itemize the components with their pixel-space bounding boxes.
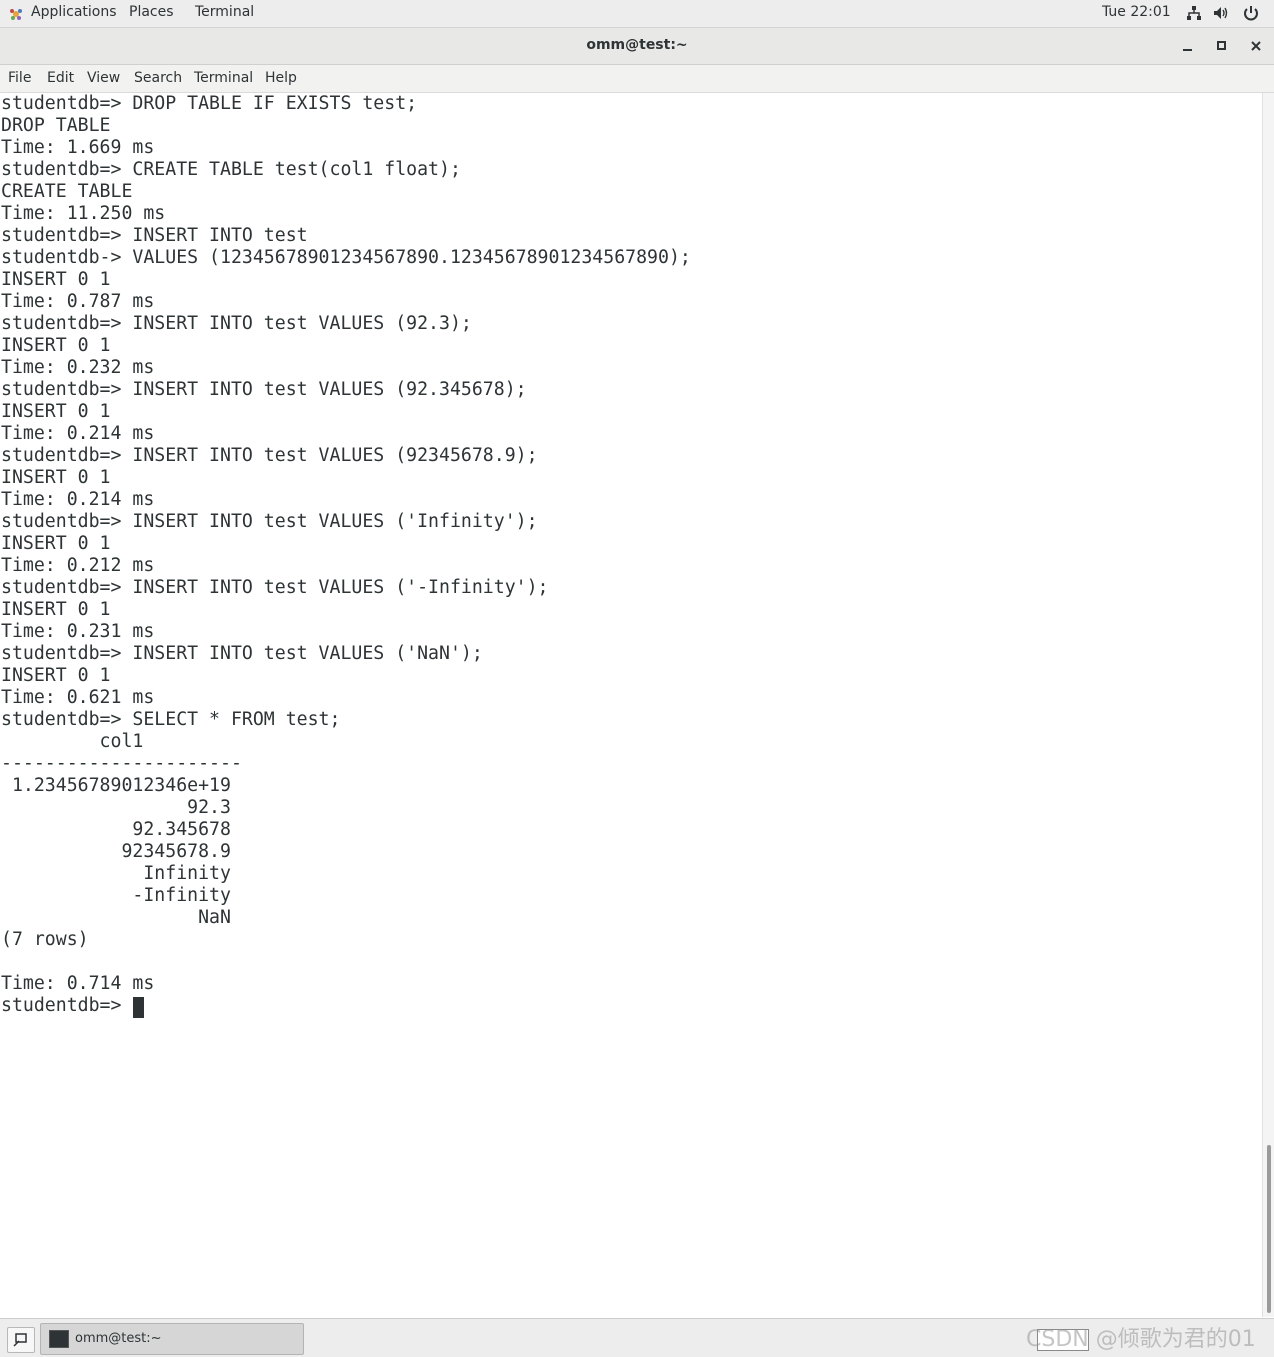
terminal-line: Time: 0.232 ms bbox=[1, 357, 155, 378]
terminal-line: studentdb=> CREATE TABLE test(col1 float… bbox=[1, 159, 461, 180]
terminal-line: studentdb=> INSERT INTO test VALUES ('Na… bbox=[1, 643, 483, 664]
menu-help[interactable]: Help bbox=[265, 70, 297, 86]
terminal-line: studentdb=> INSERT INTO test VALUES (92.… bbox=[1, 379, 527, 400]
terminal-menubar: File Edit View Search Terminal Help bbox=[0, 65, 1274, 93]
applications-menu[interactable]: Applications bbox=[31, 4, 117, 20]
terminal-line: studentdb=> INSERT INTO test VALUES (923… bbox=[1, 445, 538, 466]
menu-file[interactable]: File bbox=[8, 70, 31, 86]
terminal-line: Time: 0.714 ms bbox=[1, 973, 155, 994]
scrollbar-thumb[interactable] bbox=[1267, 1145, 1271, 1313]
terminal-line: Time: 11.250 ms bbox=[1, 203, 166, 224]
terminal-line: 92345678.9 bbox=[1, 841, 231, 862]
show-desktop-icon bbox=[13, 1333, 27, 1347]
power-icon[interactable] bbox=[1242, 4, 1260, 22]
menu-view[interactable]: View bbox=[87, 70, 120, 86]
terminal-scrollbar[interactable] bbox=[1262, 93, 1274, 1317]
terminal-line: INSERT 0 1 bbox=[1, 401, 111, 422]
terminal-line: studentdb=> INSERT INTO test VALUES ('In… bbox=[1, 511, 538, 532]
terminal-line: studentdb=> INSERT INTO test VALUES ('-I… bbox=[1, 577, 549, 598]
taskbar-window-label: omm@test:~ bbox=[75, 1331, 162, 1346]
terminal-line: Time: 0.212 ms bbox=[1, 555, 155, 576]
terminal-line: -Infinity bbox=[1, 885, 231, 906]
terminal-line: INSERT 0 1 bbox=[1, 599, 111, 620]
close-icon[interactable] bbox=[1246, 36, 1266, 56]
terminal-line: CREATE TABLE bbox=[1, 181, 133, 202]
terminal-line: Time: 0.214 ms bbox=[1, 489, 155, 510]
menu-terminal[interactable]: Terminal bbox=[194, 70, 253, 86]
terminal-line: studentdb=> SELECT * FROM test; bbox=[1, 709, 341, 730]
places-menu[interactable]: Places bbox=[129, 4, 174, 20]
top-panel: Applications Places Terminal Tue 22:01 bbox=[0, 0, 1274, 28]
text-cursor bbox=[133, 997, 144, 1018]
terminal-line: Time: 0.231 ms bbox=[1, 621, 155, 642]
clock[interactable]: Tue 22:01 bbox=[1102, 4, 1171, 20]
terminal-line: studentdb=> INSERT INTO test VALUES (92.… bbox=[1, 313, 472, 334]
terminal-line: Infinity bbox=[1, 863, 231, 884]
taskbar-terminal-window[interactable]: omm@test:~ bbox=[40, 1323, 304, 1355]
terminal-line: DROP TABLE bbox=[1, 115, 111, 136]
terminal-line: 92.3 bbox=[1, 797, 231, 818]
applications-icon bbox=[10, 9, 22, 20]
terminal-line: studentdb=> INSERT INTO test bbox=[1, 225, 308, 246]
terminal-line: NaN bbox=[1, 907, 231, 928]
terminal-icon bbox=[49, 1330, 69, 1348]
terminal-line: Time: 0.787 ms bbox=[1, 291, 155, 312]
terminal-line: (7 rows) bbox=[1, 929, 89, 950]
window-title: omm@test:~ bbox=[586, 37, 688, 53]
terminal-line: studentdb-> VALUES (12345678901234567890… bbox=[1, 247, 691, 268]
terminal-line: 1.23456789012346e+19 bbox=[1, 775, 231, 796]
terminal-line: INSERT 0 1 bbox=[1, 533, 111, 554]
csdn-watermark: CSDN @倾歌为君的01 bbox=[1026, 1327, 1256, 1352]
terminal-line: ---------------------- bbox=[1, 753, 242, 774]
terminal-line: Time: 0.621 ms bbox=[1, 687, 155, 708]
terminal-line: INSERT 0 1 bbox=[1, 269, 111, 290]
menu-search[interactable]: Search bbox=[134, 70, 182, 86]
volume-icon[interactable] bbox=[1212, 4, 1230, 22]
maximize-icon[interactable] bbox=[1212, 36, 1232, 56]
window-titlebar[interactable]: omm@test:~ bbox=[0, 28, 1274, 65]
terminal-line: Time: 1.669 ms bbox=[1, 137, 155, 158]
terminal-prompt[interactable]: studentdb=> bbox=[1, 995, 132, 1017]
show-desktop-button[interactable] bbox=[7, 1327, 35, 1353]
terminal-line: studentdb=> DROP TABLE IF EXISTS test; bbox=[1, 93, 418, 114]
terminal-output[interactable]: studentdb=> DROP TABLE IF EXISTS test; D… bbox=[0, 93, 1262, 1317]
menu-edit[interactable]: Edit bbox=[47, 70, 74, 86]
terminal-line: INSERT 0 1 bbox=[1, 665, 111, 686]
minimize-icon[interactable] bbox=[1178, 36, 1198, 56]
terminal-line: INSERT 0 1 bbox=[1, 335, 111, 356]
terminal-app-menu[interactable]: Terminal bbox=[195, 4, 254, 20]
network-icon[interactable] bbox=[1185, 4, 1203, 22]
terminal-line: Time: 0.214 ms bbox=[1, 423, 155, 444]
terminal-line: col1 bbox=[1, 731, 144, 752]
terminal-line: INSERT 0 1 bbox=[1, 467, 111, 488]
terminal-line: 92.345678 bbox=[1, 819, 231, 840]
